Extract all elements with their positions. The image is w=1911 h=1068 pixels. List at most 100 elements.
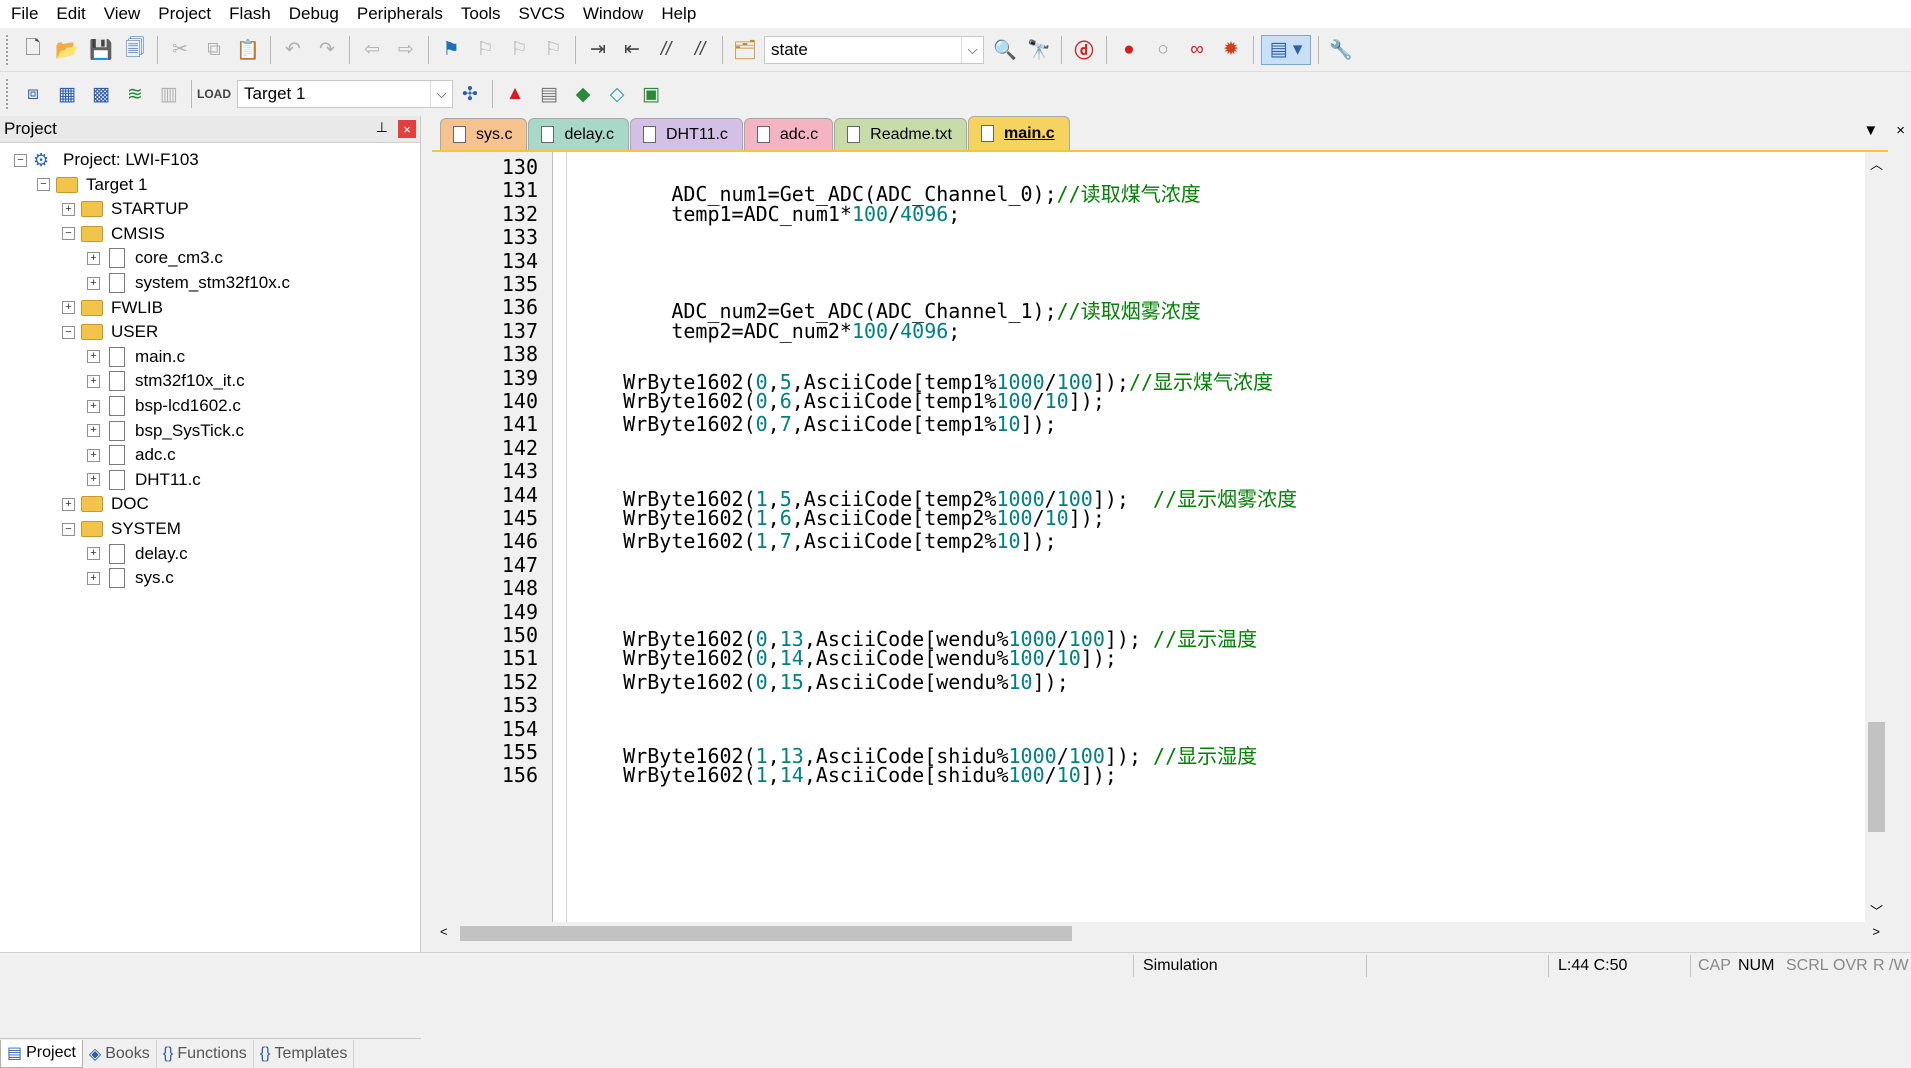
tab-sys-c[interactable]: sys.c	[440, 118, 528, 150]
find-icon[interactable]: 🔍	[990, 35, 1020, 65]
vertical-scroll-thumb[interactable]	[1868, 722, 1885, 832]
expand-toggle-icon[interactable]: +	[62, 301, 75, 315]
tree-item-delay-c[interactable]: + delay.c	[87, 542, 188, 566]
pin-icon[interactable]: ⊥	[376, 119, 388, 136]
expand-toggle-icon[interactable]: +	[87, 374, 100, 388]
target-select[interactable]: Target 1 ⌵	[237, 80, 453, 108]
expand-toggle-icon[interactable]: −	[14, 153, 27, 167]
toolbar-grip[interactable]	[6, 79, 10, 109]
expand-toggle-icon[interactable]: +	[87, 399, 100, 413]
tree-item-target-1[interactable]: − Target 1	[37, 173, 147, 197]
comment-icon[interactable]: //	[651, 35, 681, 65]
scroll-down-icon[interactable]: ﹀	[1870, 901, 1883, 920]
tree-item-fwlib[interactable]: + FWLIB	[62, 296, 163, 320]
build-icon[interactable]: ▦	[52, 79, 82, 109]
expand-toggle-icon[interactable]: +	[62, 497, 75, 511]
tab-main-c[interactable]: main.c	[967, 116, 1070, 150]
redo-icon[interactable]: ↷	[312, 35, 342, 65]
batch-build-icon[interactable]: ≋	[120, 79, 150, 109]
expand-toggle-icon[interactable]: +	[87, 424, 100, 438]
tree-item-user[interactable]: − USER	[62, 320, 158, 344]
cut-icon[interactable]: ✂	[165, 35, 195, 65]
scroll-right-icon[interactable]: >	[1872, 924, 1880, 939]
horizontal-scrollbar[interactable]: < >	[432, 922, 1888, 945]
toolbar-grip[interactable]	[6, 34, 10, 65]
expand-toggle-icon[interactable]: −	[62, 227, 75, 241]
tab-list-icon[interactable]: ▼	[1863, 122, 1878, 139]
bookmark-next-icon[interactable]: ⚐	[504, 35, 534, 65]
insert-breakpoint-icon[interactable]: ●	[1114, 35, 1144, 65]
tree-item-dht11-c[interactable]: + DHT11.c	[87, 468, 201, 492]
multi-project-icon[interactable]: ▣	[636, 79, 666, 109]
expand-toggle-icon[interactable]: −	[62, 522, 75, 536]
disable-breakpoints-icon[interactable]: ∞	[1182, 35, 1212, 65]
select-packs-icon[interactable]: ▤	[534, 79, 564, 109]
tree-item-adc-c[interactable]: + adc.c	[87, 443, 176, 467]
enable-breakpoint-icon[interactable]: ○	[1148, 35, 1178, 65]
close-tab-icon[interactable]: ×	[1896, 122, 1905, 139]
download-icon[interactable]: LOAD	[197, 79, 231, 109]
uncomment-icon[interactable]: //	[685, 35, 715, 65]
menu-file[interactable]: File	[2, 0, 47, 28]
save-all-icon[interactable]: 🗐	[120, 35, 150, 65]
panel-tab-templates[interactable]: {} Templates	[254, 1039, 355, 1068]
menu-peripherals[interactable]: Peripherals	[348, 0, 452, 28]
expand-toggle-icon[interactable]: +	[87, 276, 100, 290]
horizontal-scroll-thumb[interactable]	[460, 926, 1072, 941]
stop-build-icon[interactable]: ▥	[154, 79, 184, 109]
tree-item-system[interactable]: − SYSTEM	[62, 517, 181, 541]
incremental-find-icon[interactable]: 🔭	[1024, 35, 1054, 65]
window-layout-icon[interactable]: ▤ ▾	[1261, 34, 1311, 65]
tree-item-doc[interactable]: + DOC	[62, 492, 149, 516]
rebuild-icon[interactable]: ▩	[86, 79, 116, 109]
expand-toggle-icon[interactable]: −	[62, 325, 75, 339]
tree-item-core-cm3-c[interactable]: + core_cm3.c	[87, 246, 223, 270]
menu-edit[interactable]: Edit	[47, 0, 94, 28]
copy-icon[interactable]: ⧉	[199, 35, 229, 65]
new-file-icon[interactable]: 🗋	[18, 35, 48, 65]
find-in-files-icon[interactable]: 🗂	[730, 35, 760, 65]
menu-help[interactable]: Help	[652, 0, 705, 28]
menu-flash[interactable]: Flash	[220, 0, 280, 28]
save-icon[interactable]: 💾	[86, 35, 116, 65]
tree-item-startup[interactable]: + STARTUP	[62, 197, 189, 221]
configure-icon[interactable]: 🔧	[1326, 35, 1356, 65]
expand-toggle-icon[interactable]: +	[87, 448, 100, 462]
menu-view[interactable]: View	[95, 0, 150, 28]
options-for-target-icon[interactable]: ✣	[455, 79, 485, 109]
undo-icon[interactable]: ↶	[278, 35, 308, 65]
bookmark-previous-icon[interactable]: ⚐	[470, 35, 500, 65]
scroll-up-icon[interactable]: ︿	[1870, 154, 1883, 173]
find-combo[interactable]: state ⌵	[764, 35, 984, 64]
menu-debug[interactable]: Debug	[280, 0, 348, 28]
tree-item-project-lwi-f103[interactable]: − ⚙ Project: LWI-F103	[14, 148, 199, 172]
unindent-icon[interactable]: ⇤	[617, 35, 647, 65]
scroll-left-icon[interactable]: <	[440, 924, 448, 939]
debug-session-icon[interactable]: ⓓ	[1069, 35, 1099, 65]
navigate-forward-icon[interactable]: ⇨	[391, 35, 421, 65]
bookmark-toggle-icon[interactable]: ⚑	[436, 35, 466, 65]
menu-window[interactable]: Window	[574, 0, 652, 28]
tab-delay-c[interactable]: delay.c	[528, 118, 629, 150]
pack-installer-icon[interactable]: ◇	[602, 79, 632, 109]
tree-item-cmsis[interactable]: − CMSIS	[62, 222, 165, 246]
expand-toggle-icon[interactable]: +	[87, 473, 100, 487]
tree-item-bsp-systick-c[interactable]: + bsp_SysTick.c	[87, 419, 244, 443]
tab-dht11-c[interactable]: DHT11.c	[629, 118, 743, 150]
expand-toggle-icon[interactable]: +	[87, 350, 100, 364]
translate-icon[interactable]: ⧈	[18, 79, 48, 109]
kill-breakpoints-icon[interactable]: ✹	[1216, 35, 1246, 65]
tree-item-sys-c[interactable]: + sys.c	[87, 566, 174, 590]
expand-toggle-icon[interactable]: +	[87, 547, 100, 561]
expand-toggle-icon[interactable]: +	[62, 202, 75, 216]
tab-adc-c[interactable]: adc.c	[743, 118, 834, 150]
vertical-scrollbar[interactable]: ︿ ﹀	[1865, 152, 1888, 922]
paste-icon[interactable]: 📋	[233, 35, 263, 65]
panel-tab-project[interactable]: ▤ Project	[0, 1039, 83, 1068]
menu-project[interactable]: Project	[149, 0, 220, 28]
tree-item-stm32f10x-it-c[interactable]: + stm32f10x_it.c	[87, 369, 245, 393]
tree-item-system-stm32f10x-c[interactable]: + system_stm32f10x.c	[87, 271, 290, 295]
tree-item-bsp-lcd1602-c[interactable]: + bsp-lcd1602.c	[87, 394, 241, 418]
chevron-down-icon[interactable]: ⌵	[961, 36, 983, 63]
expand-toggle-icon[interactable]: +	[87, 571, 100, 585]
